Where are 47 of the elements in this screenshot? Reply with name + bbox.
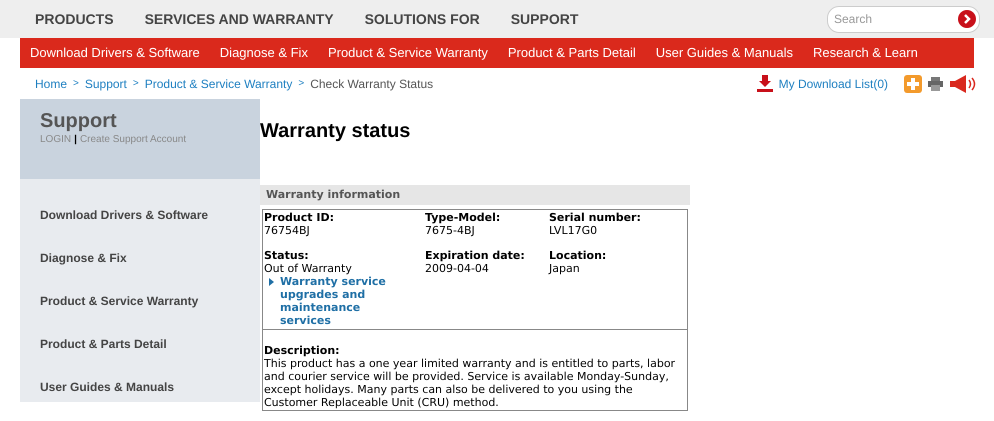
- field-value: 2009-04-04: [425, 262, 490, 275]
- sidebar-item[interactable]: Diagnose & Fix: [20, 237, 260, 280]
- nav-link[interactable]: Download Drivers & Software: [30, 43, 200, 63]
- sidebar-item[interactable]: User Guides & Manuals: [20, 366, 260, 409]
- field-label: Product ID:: [264, 211, 335, 224]
- breadcrumb-link[interactable]: Home: [35, 74, 68, 92]
- separator: |: [74, 133, 77, 147]
- field-value: 7675-4BJ: [425, 224, 476, 237]
- nav-link[interactable]: Product & Parts Detail: [508, 43, 636, 63]
- field-label: Serial number:: [549, 211, 642, 224]
- sidebar-item[interactable]: Product & Service Warranty: [20, 280, 260, 323]
- sidebar-item[interactable]: Download Drivers & Software: [20, 194, 260, 237]
- breadcrumb-link[interactable]: Product & Service Warranty: [144, 74, 292, 92]
- field-value: Out of Warranty: [264, 262, 353, 275]
- nav-link[interactable]: Research & Learn: [813, 43, 918, 63]
- top-nav-link[interactable]: SUPPORT: [510, 8, 578, 30]
- breadcrumb-separator: >: [298, 77, 304, 91]
- field-value: 76754BJ: [264, 224, 311, 237]
- field-label: Expiration date:: [425, 249, 526, 262]
- top-nav-link[interactable]: PRODUCTS: [35, 8, 114, 30]
- field-label: Type-Model:: [425, 211, 502, 224]
- breadcrumb-separator: >: [73, 77, 79, 91]
- field-value: LVL17G0: [549, 224, 598, 237]
- breadcrumb-separator: >: [132, 77, 139, 91]
- nav-link[interactable]: User Guides & Manuals: [656, 43, 794, 63]
- description-label: Description:: [264, 344, 341, 357]
- download-icon[interactable]: [756, 75, 773, 92]
- sidebar-title: Support: [40, 109, 118, 133]
- top-nav-link[interactable]: SOLUTIONS FOR: [364, 8, 480, 30]
- print-icon[interactable]: [928, 76, 943, 90]
- field-value: Japan: [549, 262, 581, 275]
- field-label: Location:: [549, 249, 608, 262]
- panel-title: Warranty information: [265, 187, 402, 203]
- top-nav-link[interactable]: SERVICES AND WARRANTY: [144, 8, 334, 30]
- nav-link[interactable]: Product & Service Warranty: [328, 43, 488, 63]
- search-go-icon[interactable]: [958, 10, 976, 28]
- nav-link[interactable]: Diagnose & Fix: [220, 43, 308, 63]
- search-field[interactable]: Search: [827, 6, 980, 32]
- field-label: Status:: [264, 249, 310, 262]
- description-text: This product has a one year limited warranty and is entitled to parts, labor and courier service will be provided. Service is available Monday-Sunday, except holidays. Many parts can also be delivered to you using the Customer Replaceable Unit (CRU) method.: [264, 357, 676, 409]
- sidebar-item[interactable]: Product & Parts Detail: [20, 323, 260, 366]
- service-link[interactable]: Warranty service upgrades and maintenance services: [280, 275, 405, 327]
- breadcrumb-current: Check Warranty Status: [310, 76, 434, 92]
- page-title: Warranty status: [260, 119, 412, 143]
- download-list-link[interactable]: My Download List(0): [778, 74, 888, 92]
- breadcrumb-link[interactable]: Support: [84, 74, 127, 92]
- triangle-icon: [269, 278, 274, 286]
